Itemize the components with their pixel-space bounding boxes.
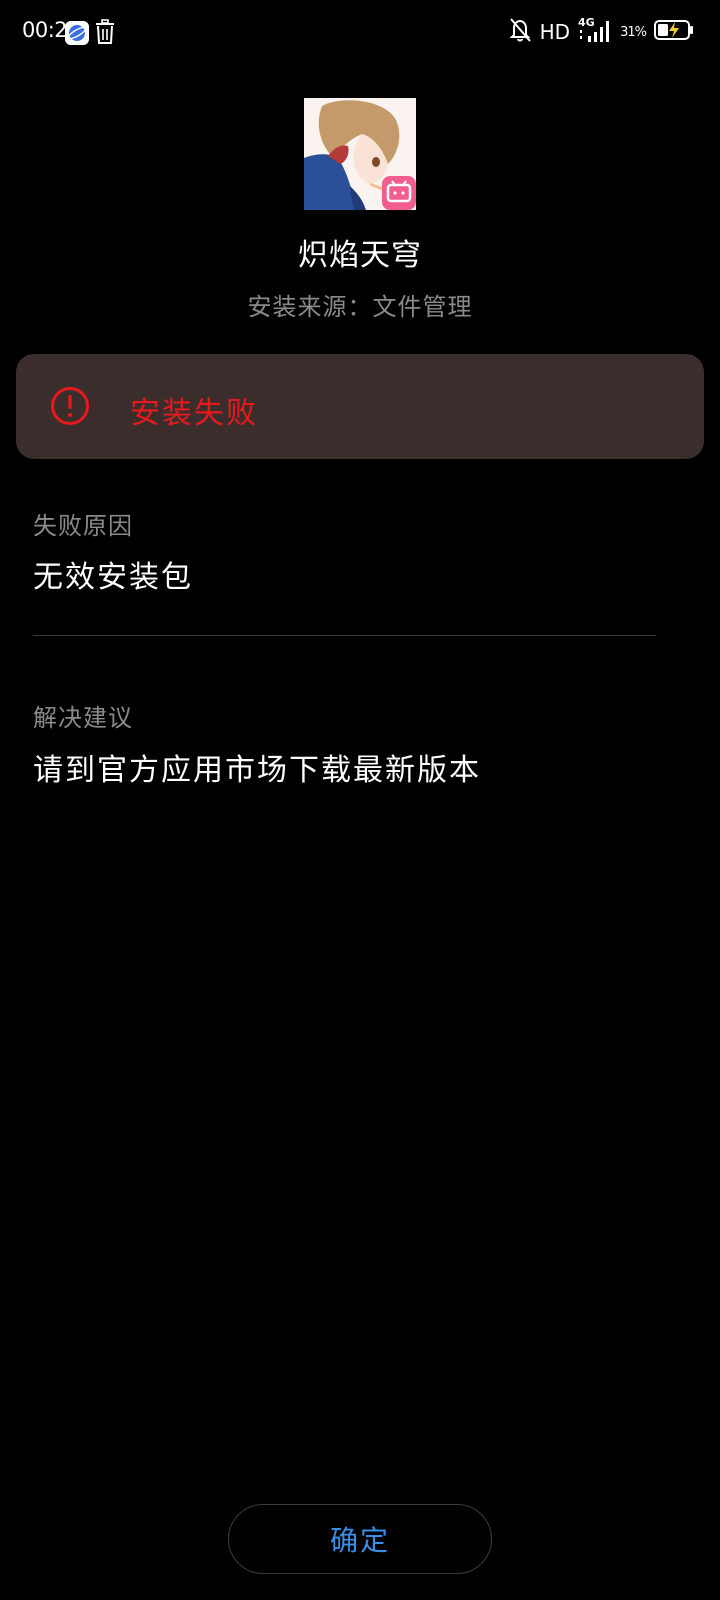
divider (33, 635, 656, 636)
app-name: 炽焰天穹 (298, 238, 422, 273)
install-failed-title: 安装失败 (130, 396, 258, 431)
battery-percent: 31% (620, 24, 647, 40)
suggestion-value: 请到官方应用市场下载最新版本 (33, 753, 481, 788)
suggestion-label: 解决建议 (33, 704, 133, 732)
app-icon (304, 98, 416, 210)
mute-bell-icon (508, 17, 532, 47)
browser-app-icon (65, 21, 89, 45)
confirm-button-label: 确定 (329, 1524, 390, 1557)
exclamation-circle-icon (50, 386, 90, 426)
network-hd-label: HD (539, 20, 571, 44)
battery-charging-icon (654, 19, 694, 45)
signal-type-label: 4G (578, 16, 595, 29)
failure-reason-label: 失败原因 (33, 512, 133, 540)
install-failed-banner: 安装失败 (16, 354, 704, 459)
confirm-button[interactable]: 确定 (228, 1504, 492, 1574)
signal-icon: 4G (578, 16, 612, 48)
status-bar: 00:21 HD 4G 31% (0, 0, 720, 64)
trash-icon (94, 19, 116, 45)
failure-reason-value: 无效安装包 (33, 560, 193, 595)
install-source: 安装来源：文件管理 (247, 293, 473, 321)
